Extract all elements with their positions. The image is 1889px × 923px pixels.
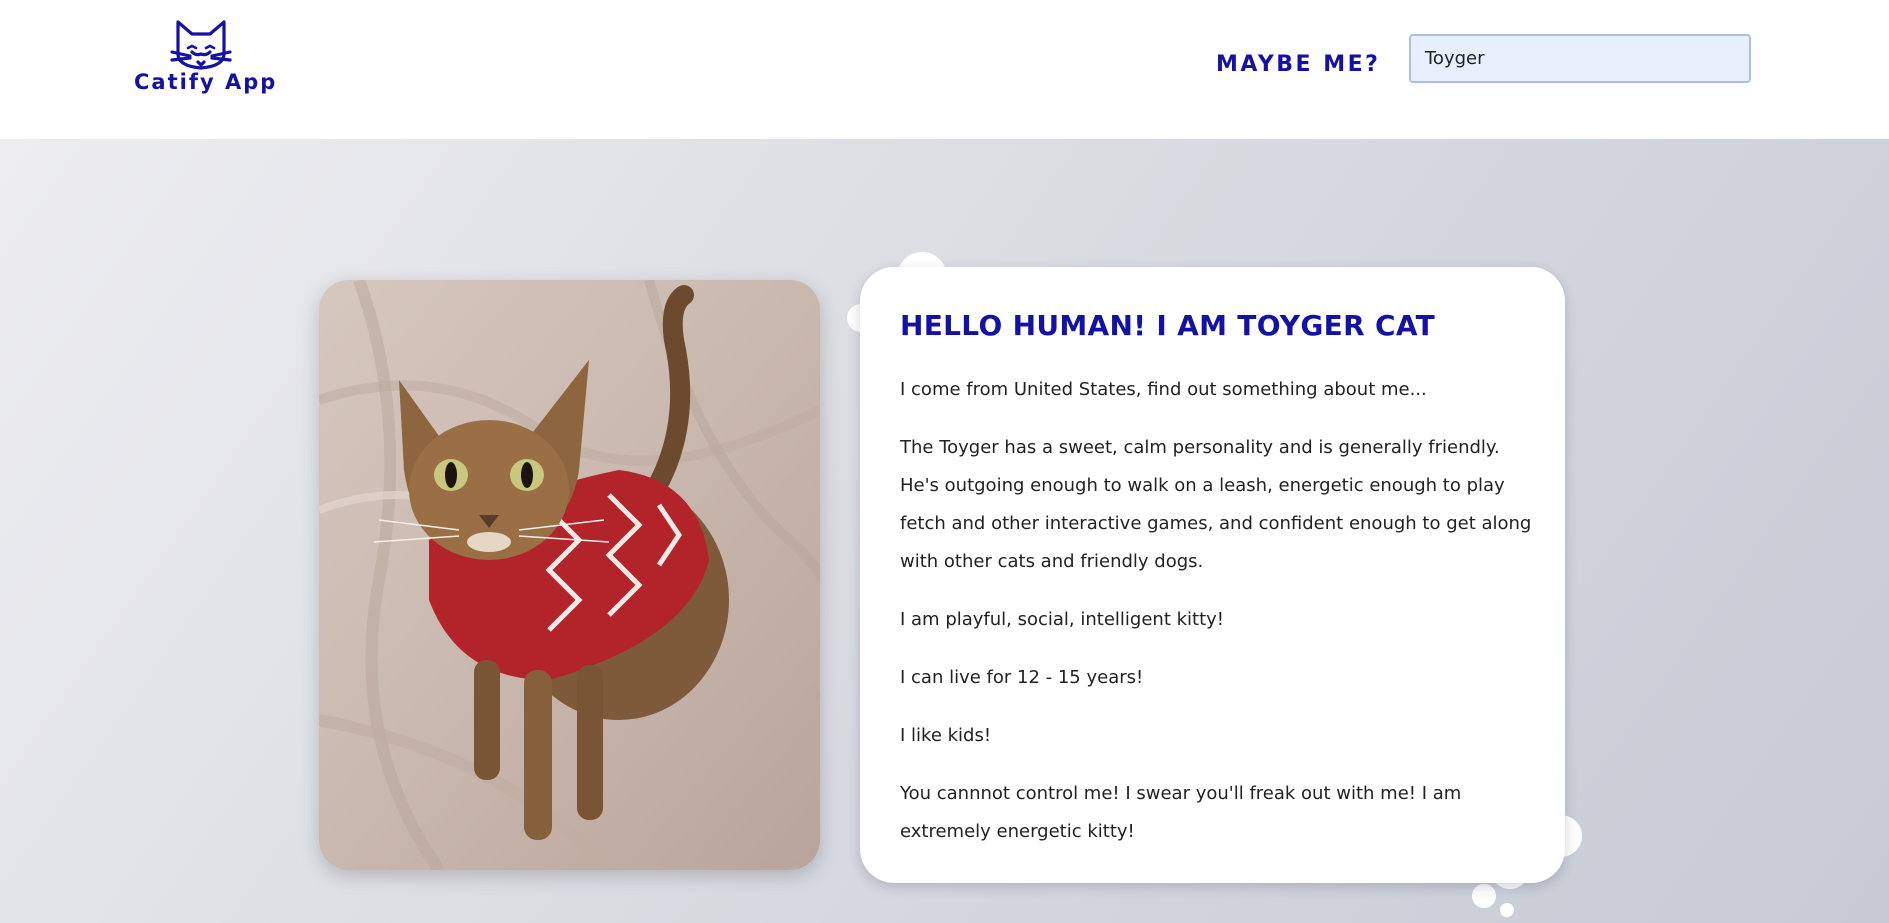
- speech-card: HELLO HUMAN! I AM TOYGER CAT I come from…: [860, 267, 1565, 883]
- logo-text: Catify App: [134, 70, 278, 94]
- card-body: I come from United States, find out some…: [900, 371, 1540, 871]
- kids-text: I like kids!: [900, 725, 992, 746]
- search-input[interactable]: [1409, 34, 1751, 83]
- header: Catify App MAYBE ME?: [0, 0, 1889, 139]
- energy-text: You cannnot control me! I swear you'll f…: [900, 783, 1462, 842]
- hero-section: HELLO HUMAN! I AM TOYGER CAT I come from…: [0, 139, 1889, 923]
- lifespan-text: I can live for 12 - 15 years!: [900, 667, 1144, 688]
- description-text: The Toyger has a sweet, calm personality…: [900, 437, 1532, 572]
- cloud-bubble: [1472, 884, 1496, 908]
- card-title: HELLO HUMAN! I AM TOYGER CAT: [900, 309, 1436, 342]
- cloud-bubble: [1500, 903, 1514, 917]
- cat-head-icon: [170, 20, 232, 70]
- temperament-text: I am playful, social, intelligent kitty!: [900, 609, 1225, 630]
- nav-label: MAYBE ME?: [1216, 52, 1381, 77]
- origin-text: I come from United States, find out some…: [900, 379, 1427, 400]
- logo-link[interactable]: Catify App: [134, 18, 278, 98]
- cat-photo: [319, 280, 820, 870]
